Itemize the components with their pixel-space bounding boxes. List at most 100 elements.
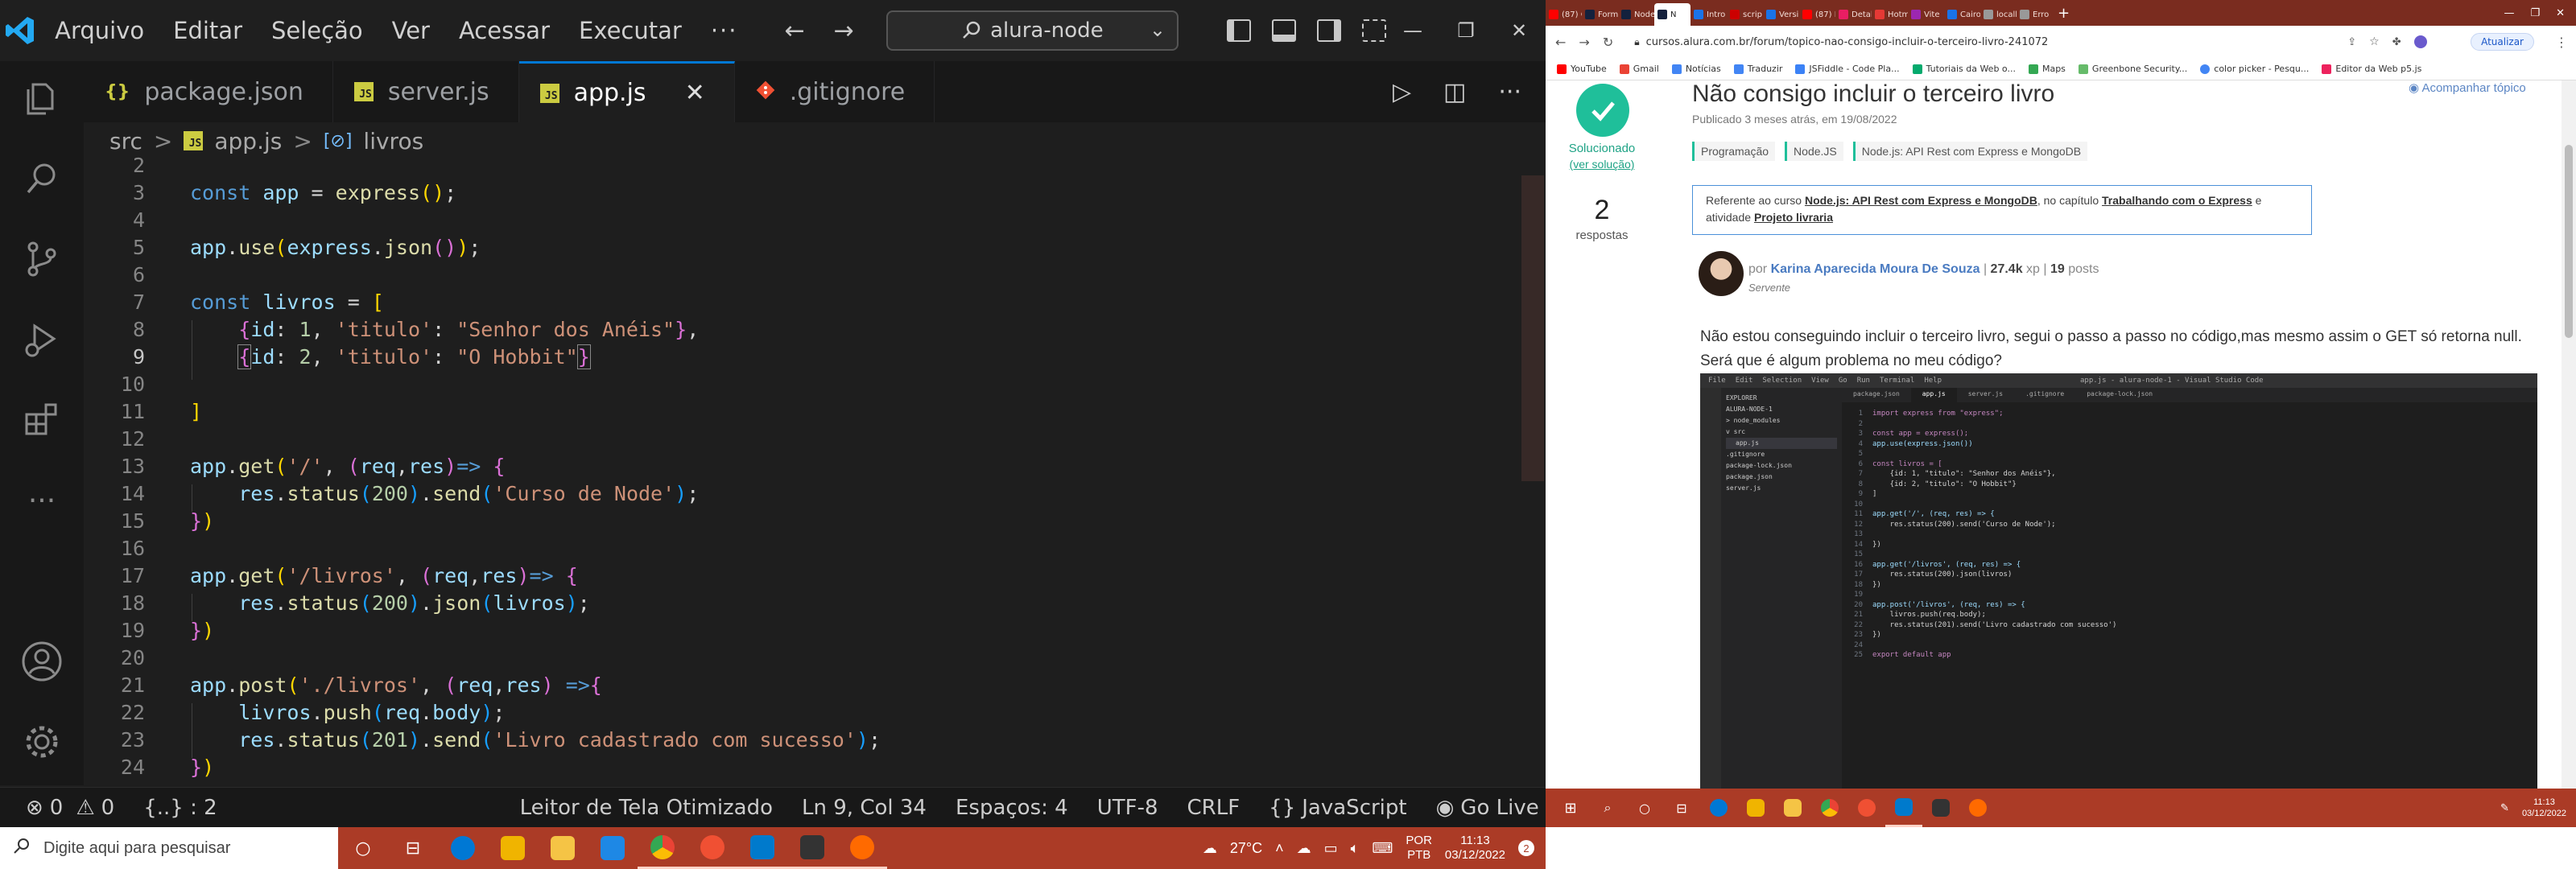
new-tab-icon[interactable]: +: [2058, 5, 2070, 22]
screen-reader-status[interactable]: Leitor de Tela Otimizado: [506, 796, 787, 820]
volume-icon[interactable]: 🔈︎: [1351, 840, 1360, 857]
breadcrumb-folder[interactable]: src: [109, 128, 142, 154]
menu-selecao[interactable]: Seleção: [257, 0, 378, 61]
chrome-icon[interactable]: [1811, 789, 1848, 827]
browser-tab[interactable]: (87) N: [1799, 3, 1835, 26]
task-view-icon[interactable]: ○: [338, 827, 388, 869]
browser-tab-active[interactable]: N: [1654, 3, 1690, 26]
scrollbar-thumb[interactable]: [2565, 145, 2573, 338]
vscode-app-icon[interactable]: [1885, 789, 1922, 827]
minimize-icon[interactable]: —: [2504, 7, 2514, 19]
reload-icon[interactable]: ↻: [1603, 35, 1613, 50]
tag[interactable]: Node.js: API Rest com Express e MongoDB: [1852, 142, 2088, 161]
go-live-button[interactable]: ◉ Go Live: [1422, 796, 1554, 820]
minimize-icon[interactable]: —: [1386, 0, 1439, 61]
cursor-position[interactable]: Ln 9, Col 34: [787, 796, 941, 820]
tab-package-json[interactable]: {} package.json: [84, 61, 333, 122]
extensions-icon[interactable]: [18, 396, 66, 444]
vscode-app-icon[interactable]: [737, 827, 787, 869]
code-editor[interactable]: 2 3 const app = express(); 4 5 app.use(e…: [84, 154, 1546, 787]
indentation-status[interactable]: Espaços: 4: [941, 796, 1083, 820]
bookmark-item[interactable]: Gmail: [1619, 64, 1659, 74]
bookmark-item[interactable]: Tutoriais da Web o...: [1912, 64, 2016, 74]
run-debug-icon[interactable]: [18, 315, 66, 364]
file-explorer-icon[interactable]: [1774, 789, 1811, 827]
forward-arrow-icon[interactable]: →: [1579, 35, 1589, 50]
toggle-sidebar-icon[interactable]: [1227, 19, 1251, 42]
command-center-search[interactable]: alura-node ⌄: [886, 10, 1179, 51]
start-icon[interactable]: ⊞: [1552, 789, 1589, 827]
braces-status[interactable]: {..} : 2: [129, 796, 231, 820]
widgets-icon[interactable]: ⊟: [1663, 789, 1700, 827]
account-icon[interactable]: [18, 637, 66, 686]
tab-server-js[interactable]: JS server.js: [332, 61, 519, 122]
bookmark-item[interactable]: Traduzir: [1733, 64, 1782, 74]
restore-icon[interactable]: ❐: [2530, 7, 2540, 19]
split-editor-icon[interactable]: ◫: [1443, 78, 1466, 106]
tag[interactable]: Programação: [1692, 142, 1776, 161]
close-window-icon[interactable]: ✕: [1492, 0, 1546, 61]
author-name-link[interactable]: Karina Aparecida Moura De Souza: [1771, 262, 1980, 276]
update-button[interactable]: Atualizar: [2471, 33, 2534, 51]
forward-arrow-icon[interactable]: →: [834, 17, 854, 45]
more-actions-icon[interactable]: ···: [1498, 78, 1521, 106]
keyboard-icon[interactable]: ⌨: [1372, 840, 1393, 857]
browser-tab[interactable]: Form: [1582, 3, 1618, 26]
tab-app-js[interactable]: JS app.js ✕: [518, 61, 735, 122]
notification-badge[interactable]: 2: [1518, 840, 1534, 856]
cloud-icon[interactable]: ☁: [1297, 840, 1311, 857]
toggle-panel-icon[interactable]: [1272, 19, 1296, 42]
clock[interactable]: 11:13 03/12/2022: [2522, 797, 2566, 819]
customize-layout-icon[interactable]: [1362, 19, 1386, 42]
url-field[interactable]: 🔒︎ cursos.alura.com.br/forum/topico-nao-…: [1626, 30, 2334, 54]
course-link[interactable]: Node.js: API Rest com Express e MongoDB: [1805, 194, 2037, 207]
language-indicator[interactable]: POR PTB: [1406, 834, 1432, 863]
extensions-icon[interactable]: ✤: [2392, 36, 2401, 48]
network-icon[interactable]: ▭: [1324, 840, 1338, 857]
browser-tab[interactable]: Detal: [1835, 3, 1872, 26]
menu-ver[interactable]: Ver: [378, 0, 444, 61]
chapter-link[interactable]: Trabalhando com o Express: [2102, 194, 2252, 207]
back-arrow-icon[interactable]: ←: [784, 17, 804, 45]
search-icon[interactable]: ⌕: [1589, 789, 1626, 827]
bookmark-item[interactable]: Maps: [2028, 64, 2066, 74]
menu-acessar[interactable]: Acessar: [444, 0, 564, 61]
more-menu-icon[interactable]: ⋮: [2555, 35, 2568, 50]
clock[interactable]: 11:13 03/12/2022: [1445, 834, 1505, 863]
terminal-icon[interactable]: [787, 827, 837, 869]
store-icon[interactable]: [1737, 789, 1774, 827]
git-app-icon[interactable]: [1848, 789, 1885, 827]
store-icon[interactable]: [488, 827, 538, 869]
menu-executar[interactable]: Executar: [564, 0, 696, 61]
browser-tab[interactable]: Node: [1618, 3, 1654, 26]
avatar[interactable]: [1699, 251, 1744, 296]
toggle-secondary-sidebar-icon[interactable]: [1317, 19, 1341, 42]
run-icon[interactable]: ▷: [1393, 78, 1411, 106]
edge-icon[interactable]: [1700, 789, 1737, 827]
problems-indicator[interactable]: ⊗ 0 ⚠ 0: [0, 796, 129, 820]
browser-tab[interactable]: Hotm: [1872, 3, 1908, 26]
browser-tab[interactable]: (87) C: [1546, 3, 1582, 26]
minimap[interactable]: [1521, 159, 1546, 787]
browser-tab[interactable]: locall: [1980, 3, 2017, 26]
gear-icon[interactable]: [18, 718, 66, 766]
encoding-status[interactable]: UTF-8: [1083, 796, 1173, 820]
task-view-icon[interactable]: ○: [1626, 789, 1663, 827]
bookmark-item[interactable]: Editor da Web p5.js: [2322, 64, 2421, 74]
browser-tab[interactable]: Vite: [1908, 3, 1944, 26]
bookmark-star-icon[interactable]: ☆: [2369, 35, 2380, 48]
restore-icon[interactable]: ❐: [1439, 0, 1492, 61]
browser-tab[interactable]: Versi: [1763, 3, 1799, 26]
edge-icon[interactable]: [438, 827, 488, 869]
activity-link[interactable]: Projeto livraria: [1754, 211, 1833, 224]
chrome-icon[interactable]: [638, 827, 687, 869]
menu-editar[interactable]: Editar: [159, 0, 257, 61]
menu-more[interactable]: ···: [696, 0, 753, 61]
pen-icon[interactable]: ✎: [2500, 801, 2509, 814]
tag[interactable]: Node.JS: [1785, 142, 1843, 161]
language-mode[interactable]: {} JavaScript: [1254, 796, 1421, 820]
more-views-icon[interactable]: ···: [18, 476, 66, 525]
widgets-icon[interactable]: ⊟: [388, 827, 438, 869]
terminal-icon[interactable]: [1922, 789, 1959, 827]
view-solution-link[interactable]: (ver solução): [1562, 158, 1642, 171]
